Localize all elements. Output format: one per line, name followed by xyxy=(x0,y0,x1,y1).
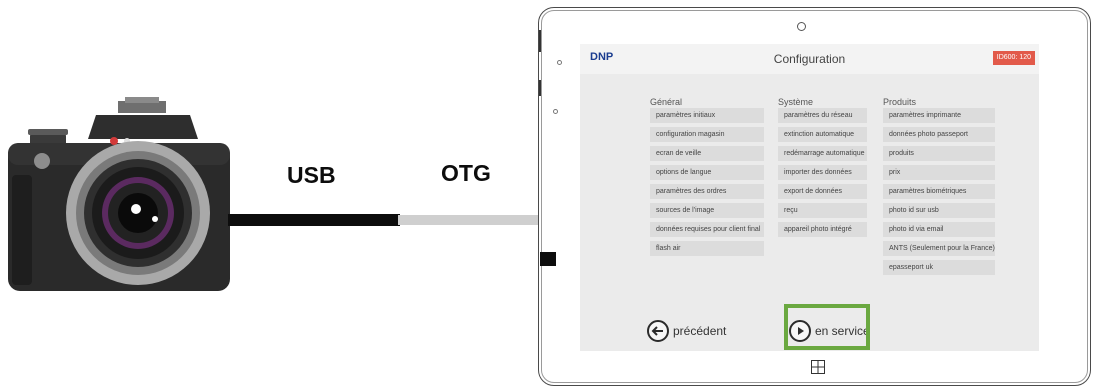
menu-item-customer-data[interactable]: données requises pour client final xyxy=(650,222,764,237)
general-column: Général paramètres initiaux configuratio… xyxy=(650,97,764,256)
power-button xyxy=(539,80,541,96)
menu-item-epassport-uk[interactable]: epasseport uk xyxy=(883,260,995,275)
windows-icon[interactable] xyxy=(811,360,825,374)
menu-item-printer-settings[interactable]: paramètres imprimante xyxy=(883,108,995,123)
menu-item-biometric[interactable]: paramètres biométriques xyxy=(883,184,995,199)
menu-item-image-sources[interactable]: sources de l'image xyxy=(650,203,764,218)
volume-button xyxy=(539,30,541,52)
menu-item-auto-shutdown[interactable]: extinction automatique xyxy=(778,127,867,142)
top-bar: DNP Configuration ID600: 120 xyxy=(580,44,1039,74)
menu-item-initial-settings[interactable]: paramètres initiaux xyxy=(650,108,764,123)
menu-item-photo-id-usb[interactable]: photo id sur usb xyxy=(883,203,995,218)
usb-label: USB xyxy=(287,162,336,188)
general-heading: Général xyxy=(650,97,683,107)
front-camera-icon xyxy=(797,22,806,31)
menu-item-passport-data[interactable]: données photo passeport xyxy=(883,127,995,142)
otg-cable xyxy=(398,215,546,225)
camera-icon xyxy=(8,97,230,291)
menu-item-store-config[interactable]: configuration magasin xyxy=(650,127,764,142)
menu-item-prices[interactable]: prix xyxy=(883,165,995,180)
highlight-box xyxy=(784,304,870,350)
camera-illustration xyxy=(0,95,232,295)
products-column: Produits paramètres imprimante données p… xyxy=(883,97,995,275)
system-heading: Système xyxy=(778,97,814,107)
menu-item-auto-restart[interactable]: redémarrage automatique xyxy=(778,146,867,161)
menu-item-language[interactable]: options de langue xyxy=(650,165,764,180)
menu-item-products[interactable]: produits xyxy=(883,146,995,161)
page-title: Configuration xyxy=(773,52,846,66)
side-sensor-icon xyxy=(557,60,562,65)
menu-item-screensaver[interactable]: ecran de veille xyxy=(650,146,764,161)
menu-item-flash-air[interactable]: flash air xyxy=(650,241,764,256)
usb-port xyxy=(540,252,556,266)
usb-cable xyxy=(228,214,400,226)
arrow-left-icon xyxy=(647,320,669,342)
menu-item-ants[interactable]: ANTS (Seulement pour la France) xyxy=(883,241,995,256)
previous-label: précédent xyxy=(673,324,727,338)
otg-label: OTG xyxy=(441,160,491,186)
products-heading: Produits xyxy=(883,97,917,107)
side-sensor-icon xyxy=(553,109,558,114)
menu-item-order-settings[interactable]: paramètres des ordres xyxy=(650,184,764,199)
menu-item-built-in-camera[interactable]: appareil photo intégré xyxy=(778,222,867,237)
menu-item-import-data[interactable]: importer des données xyxy=(778,165,867,180)
model-badge: ID600: 120 xyxy=(992,51,1035,65)
menu-item-export-data[interactable]: export de données xyxy=(778,184,867,199)
system-column: Système paramètres du réseau extinction … xyxy=(778,97,867,237)
menu-item-receipt[interactable]: reçu xyxy=(778,203,867,218)
menu-item-network[interactable]: paramètres du réseau xyxy=(778,108,867,123)
menu-item-photo-id-email[interactable]: photo id via email xyxy=(883,222,995,237)
previous-button[interactable]: précédent xyxy=(647,320,726,342)
